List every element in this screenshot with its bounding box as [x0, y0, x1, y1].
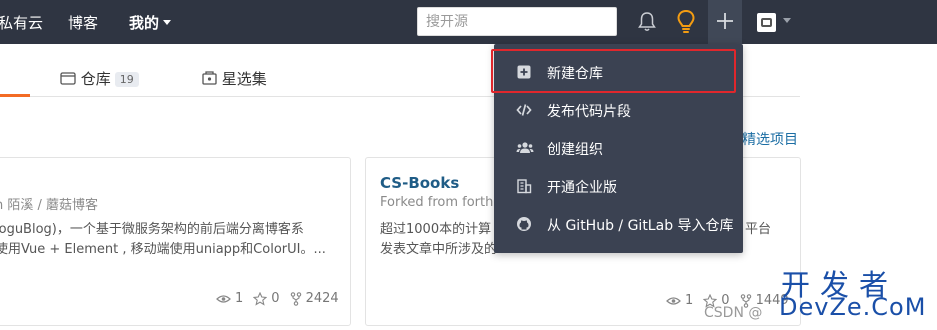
- active-tab-indicator: [0, 94, 30, 97]
- folder-icon: [60, 72, 76, 85]
- csdn-watermark: CSDN @: [704, 305, 763, 321]
- menu-item-label: 发布代码片段: [547, 104, 631, 120]
- watch-count: 1: [235, 291, 244, 306]
- eye-icon: [216, 294, 231, 303]
- avatar[interactable]: [757, 13, 776, 32]
- tab-repositories[interactable]: 仓库 19: [60, 68, 139, 89]
- menu-item-publish-snippet[interactable]: 发布代码片段: [494, 91, 743, 129]
- code-icon: [516, 104, 532, 116]
- nav-mine-menu[interactable]: 我的: [129, 12, 172, 33]
- watermark-domain: DevZe.CoM: [779, 293, 927, 321]
- tab-starred-collections[interactable]: 星选集: [202, 68, 267, 89]
- menu-item-label: 开通企业版: [547, 180, 617, 196]
- tab-repositories-label: 仓库: [80, 70, 111, 88]
- repo-description-line1: loguBlog)，一个基于微服务架构的前后端分离博客系: [0, 222, 304, 237]
- avatar-chevron-down-icon[interactable]: [783, 18, 791, 23]
- nav-mine-label: 我的: [129, 14, 160, 32]
- menu-item-label: 从 GitHub / GitLab 导入仓库: [547, 218, 734, 234]
- lightbulb-icon[interactable]: [676, 9, 696, 35]
- nav-blog-link[interactable]: 博客: [68, 12, 98, 33]
- menu-item-enterprise[interactable]: 开通企业版: [494, 167, 743, 205]
- menu-item-import-repository[interactable]: 从 GitHub / GitLab 导入仓库: [494, 205, 743, 243]
- fork-count: 2424: [305, 291, 339, 306]
- users-icon: [516, 142, 534, 153]
- github-icon: [517, 217, 531, 231]
- repo-stats: 1 0 2424: [216, 291, 339, 306]
- repo-count-badge: 19: [114, 72, 139, 87]
- menu-item-create-organization[interactable]: 创建组织: [494, 129, 743, 167]
- featured-projects-link[interactable]: 精选项目: [742, 129, 798, 149]
- top-nav: 私有云 博客 我的: [0, 0, 937, 44]
- watch-count: 1: [685, 293, 694, 308]
- nav-brand[interactable]: 私有云: [0, 12, 43, 33]
- plus-icon: [717, 13, 733, 29]
- search-input[interactable]: [417, 7, 617, 36]
- repo-description-tail: 平台: [745, 222, 772, 237]
- tab-starred-label: 星选集: [221, 70, 267, 88]
- repo-card[interactable]: n 陌溪 / 蘑菇博客 loguBlog)，一个基于微服务架构的前后端分离博客系…: [0, 157, 351, 326]
- building-icon: [517, 179, 532, 194]
- fork-icon: [290, 291, 301, 306]
- create-menu-button[interactable]: [708, 0, 742, 44]
- repo-title[interactable]: CS-Books: [380, 174, 459, 192]
- avatar-face-icon: [761, 18, 772, 27]
- star-icon: [253, 291, 268, 306]
- star-count: 0: [271, 291, 280, 306]
- repo-owner: n 陌溪 / 蘑菇博客: [0, 198, 99, 213]
- repo-description-line1: 超过1000本的计算: [380, 222, 492, 237]
- chevron-down-icon: [163, 20, 172, 25]
- repo-description-line2: 使用Vue + Element , 移动端使用uniapp和ColorUI。..…: [0, 242, 326, 257]
- bell-icon[interactable]: [637, 11, 657, 33]
- eye-icon: [666, 296, 681, 305]
- repo-forked-from: Forked from forthe: [380, 195, 502, 210]
- collection-icon: [202, 71, 217, 85]
- menu-item-label: 创建组织: [547, 142, 603, 158]
- highlight-annotation-box: [491, 49, 736, 93]
- repo-description-line2: 发表文章中所涉及的: [380, 242, 498, 257]
